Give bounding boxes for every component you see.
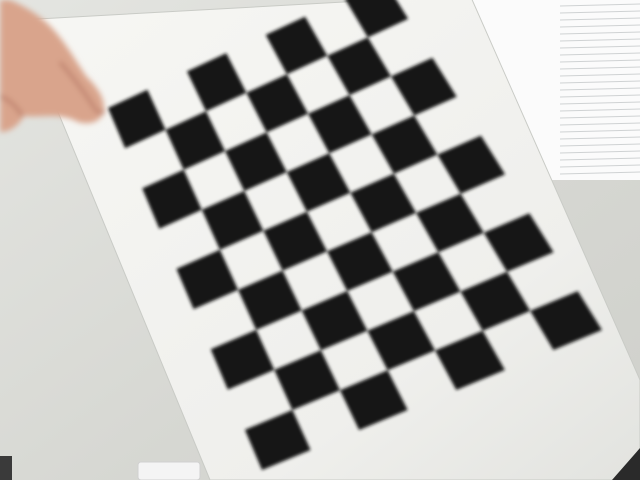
photo-canvas bbox=[0, 0, 640, 480]
white-object bbox=[137, 461, 201, 480]
dark-object-left bbox=[0, 456, 12, 480]
photo-scene bbox=[0, 0, 640, 480]
